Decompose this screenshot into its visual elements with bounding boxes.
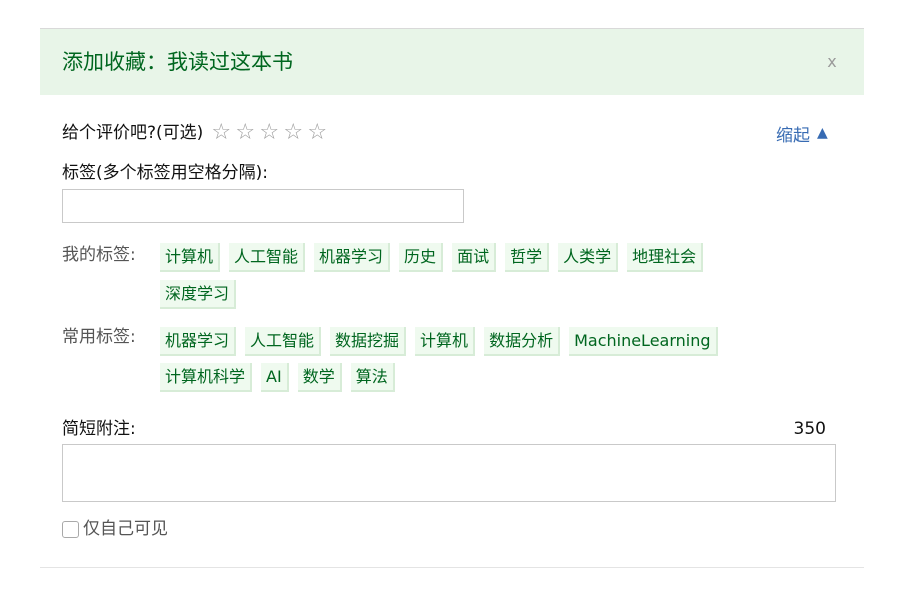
star-3-icon[interactable]: ☆ (257, 122, 281, 144)
my-tags-label: 我的标签: (62, 245, 136, 265)
collapse-link[interactable]: 缩起 ▲ (776, 120, 828, 146)
common-tag-item[interactable]: 计算机 (415, 327, 476, 356)
common-tag-item[interactable]: MachineLearning (569, 327, 718, 356)
private-option[interactable]: 仅自己可见 (62, 516, 168, 542)
my-tags-list: 计算机 人工智能 机器学习 历史 面试 哲学 人类学 地理社会 深度学习 (160, 243, 750, 317)
page: 添加收藏：我读过这本书 x 给个评价吧?(可选) ☆ ☆ ☆ ☆ ☆ 缩起 ▲ … (0, 0, 914, 592)
rating-stars: ☆ ☆ ☆ ☆ ☆ (209, 122, 329, 144)
my-tag-item[interactable]: 历史 (399, 243, 444, 272)
common-tag-item[interactable]: 算法 (350, 363, 395, 392)
star-5-icon[interactable]: ☆ (305, 122, 329, 144)
add-collection-dialog: 添加收藏：我读过这本书 x 给个评价吧?(可选) ☆ ☆ ☆ ☆ ☆ 缩起 ▲ … (40, 28, 864, 568)
my-tag-item[interactable]: 哲学 (505, 243, 550, 272)
common-tag-item[interactable]: AI (261, 363, 289, 392)
note-textarea[interactable] (62, 444, 836, 502)
my-tag-item[interactable]: 深度学习 (160, 280, 237, 309)
private-label: 仅自己可见 (83, 519, 168, 539)
star-4-icon[interactable]: ☆ (281, 122, 305, 144)
common-tag-item[interactable]: 数据分析 (484, 327, 561, 356)
close-button[interactable]: x (823, 51, 841, 73)
common-tag-item[interactable]: 数据挖掘 (330, 327, 407, 356)
dialog-title: 添加收藏：我读过这本书 (62, 50, 293, 74)
star-2-icon[interactable]: ☆ (233, 122, 257, 144)
tags-input[interactable] (62, 189, 464, 223)
my-tag-item[interactable]: 机器学习 (314, 243, 391, 272)
collapse-label: 缩起 (776, 125, 810, 146)
rating-label: 给个评价吧?(可选) (62, 123, 204, 143)
my-tag-item[interactable]: 人类学 (558, 243, 619, 272)
common-tags-label: 常用标签: (62, 327, 136, 347)
common-tag-item[interactable]: 机器学习 (160, 327, 237, 356)
star-1-icon[interactable]: ☆ (209, 122, 233, 144)
my-tag-item[interactable]: 地理社会 (627, 243, 704, 272)
common-tag-item[interactable]: 人工智能 (245, 327, 322, 356)
common-tag-item[interactable]: 计算机科学 (160, 363, 253, 392)
my-tag-item[interactable]: 人工智能 (229, 243, 306, 272)
common-tag-item[interactable]: 数学 (297, 363, 342, 392)
dialog-header: 添加收藏：我读过这本书 x (40, 29, 864, 95)
common-tags-list: 机器学习 人工智能 数据挖掘 计算机 数据分析 MachineLearning … (160, 327, 750, 399)
private-checkbox[interactable] (62, 520, 79, 538)
note-label: 简短附注: (62, 419, 136, 439)
my-tag-item[interactable]: 计算机 (160, 243, 221, 272)
my-tag-item[interactable]: 面试 (452, 243, 497, 272)
triangle-up-icon: ▲ (817, 125, 828, 141)
rating-row: 给个评价吧?(可选) ☆ ☆ ☆ ☆ ☆ (62, 120, 329, 146)
tags-input-label: 标签(多个标签用空格分隔): (62, 163, 268, 183)
note-character-count: 350 (793, 419, 826, 439)
